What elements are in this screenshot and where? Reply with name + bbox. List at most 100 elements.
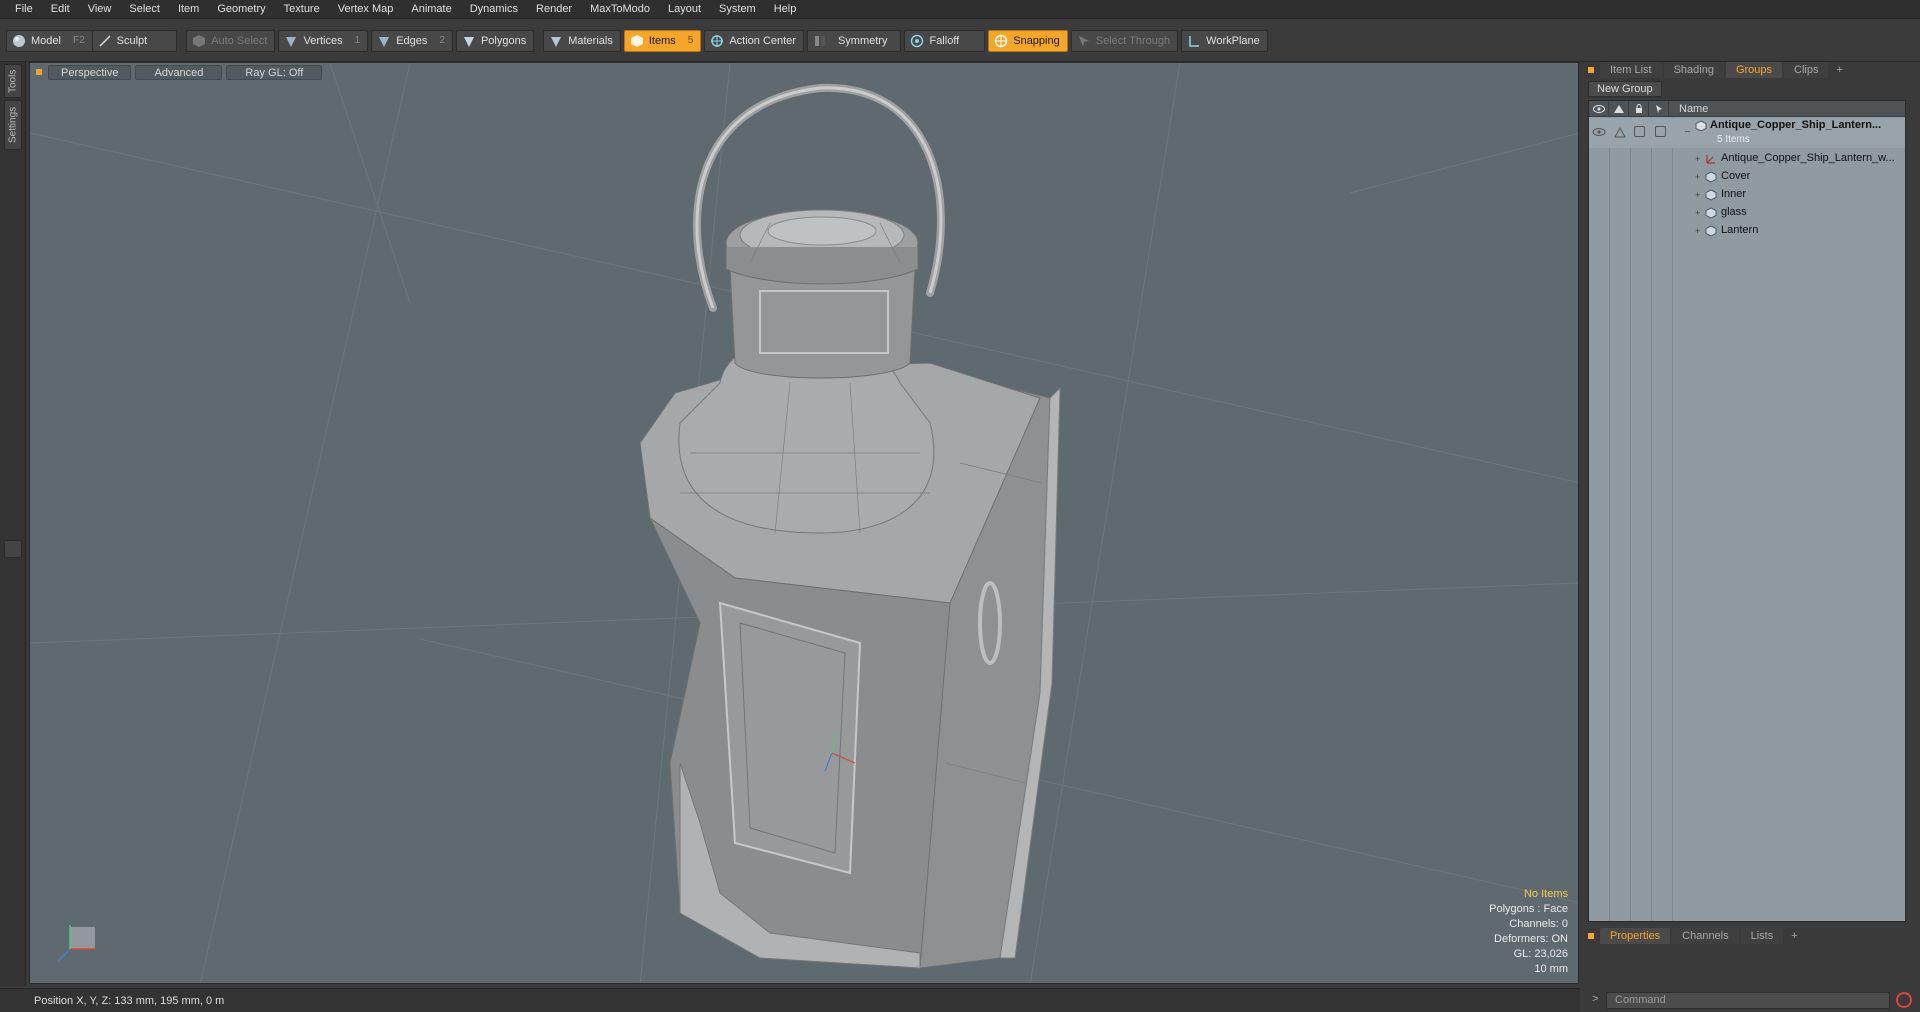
group-icon: [1695, 120, 1707, 132]
sculpt-button[interactable]: Sculpt: [91, 29, 178, 52]
action-center-button[interactable]: Action Center: [704, 29, 804, 52]
lock-column-icon[interactable]: [1629, 100, 1649, 117]
auto-select-button[interactable]: Auto Select: [186, 29, 276, 52]
menu-dynamics[interactable]: Dynamics: [461, 0, 527, 19]
snapping-button[interactable]: Snapping: [988, 29, 1068, 52]
falloff-button[interactable]: Falloff: [904, 29, 986, 52]
selection-status: No Items: [1523, 888, 1568, 900]
main-toolbar: Model F2 Sculpt Auto Select Vertices 1 E…: [0, 20, 1920, 62]
select-through-button[interactable]: Select Through: [1070, 29, 1179, 52]
menu-item[interactable]: Item: [169, 0, 208, 19]
tree-item-row[interactable]: + Antique_Copper_Ship_Lantern_w...: [1589, 150, 1905, 168]
workplane-button[interactable]: WorkPlane: [1181, 29, 1268, 52]
snapping-label: Snapping: [1013, 34, 1060, 47]
mesh-icon: [1705, 207, 1717, 219]
menu-render[interactable]: Render: [527, 0, 581, 19]
viewport-header: Perspective Advanced Ray GL: Off: [30, 63, 1578, 81]
menu-vertex-map[interactable]: Vertex Map: [329, 0, 403, 19]
tab-channels[interactable]: Channels: [1672, 928, 1739, 944]
name-column-header: Name: [1679, 102, 1709, 115]
expand-icon[interactable]: +: [1695, 208, 1700, 218]
tab-shading[interactable]: Shading: [1663, 62, 1724, 78]
grid-scale: 10 mm: [1534, 963, 1568, 975]
new-group-button[interactable]: New Group: [1588, 81, 1662, 97]
items-shortcut: 5: [687, 35, 694, 46]
menu-edit[interactable]: Edit: [42, 0, 79, 19]
group-visibility-eye-icon[interactable]: [1592, 125, 1606, 139]
tab-settings[interactable]: Settings: [4, 100, 22, 150]
group-render-icon[interactable]: [1613, 125, 1627, 139]
tree-item-row[interactable]: + Inner: [1589, 186, 1905, 204]
properties-options-icon[interactable]: [1588, 933, 1594, 939]
left-panel-toggle[interactable]: [4, 540, 22, 558]
menu-file[interactable]: File: [6, 0, 42, 19]
menu-layout[interactable]: Layout: [659, 0, 710, 19]
tree-item-row[interactable]: + Lantern: [1589, 222, 1905, 240]
workplane-label: WorkPlane: [1206, 34, 1260, 47]
tab-lists[interactable]: Lists: [1740, 928, 1784, 944]
command-record-icon[interactable]: [1896, 992, 1912, 1008]
action-center-label: Action Center: [729, 34, 796, 47]
edges-button[interactable]: Edges 2: [371, 29, 453, 52]
materials-button[interactable]: Materials: [543, 29, 621, 52]
tab-properties[interactable]: Properties: [1600, 928, 1671, 944]
group-row[interactable]: – Antique_Copper_Ship_Lantern... 5 Items: [1589, 118, 1905, 148]
expand-icon[interactable]: +: [1695, 172, 1700, 182]
vertices-button[interactable]: Vertices 1: [278, 29, 369, 52]
menu-maxtomodo[interactable]: MaxToModo: [581, 0, 659, 19]
expand-icon[interactable]: +: [1695, 154, 1700, 164]
item-cube-icon: [630, 34, 643, 47]
lantern-model: [639, 83, 1061, 969]
view-perspective-button[interactable]: Perspective: [48, 64, 132, 80]
symmetry-button[interactable]: Symmetry: [806, 29, 902, 52]
group-name[interactable]: Antique_Copper_Ship_Lantern...: [1710, 119, 1900, 131]
tree-item-name[interactable]: glass: [1721, 206, 1747, 218]
select-column-icon[interactable]: [1649, 100, 1669, 117]
tree-item-name[interactable]: Lantern: [1721, 224, 1758, 236]
add-tab-icon[interactable]: +: [1830, 62, 1848, 78]
view-advanced-button[interactable]: Advanced: [135, 64, 223, 80]
polygons-button[interactable]: Polygons: [455, 29, 535, 52]
3d-viewport[interactable]: Perspective Advanced Ray GL: Off No Item…: [29, 62, 1579, 984]
tree-item-row[interactable]: + Cover: [1589, 168, 1905, 186]
group-collapse-icon[interactable]: –: [1685, 126, 1690, 136]
menu-system[interactable]: System: [710, 0, 765, 19]
tree-item-name[interactable]: Inner: [1721, 188, 1746, 200]
edges-shortcut: 2: [439, 35, 445, 46]
menu-animate[interactable]: Animate: [402, 0, 460, 19]
mesh-icon: [1705, 189, 1717, 201]
menu-view[interactable]: View: [79, 0, 121, 19]
menu-geometry[interactable]: Geometry: [208, 0, 274, 19]
tree-item-name[interactable]: Antique_Copper_Ship_Lantern_w...: [1721, 152, 1899, 164]
group-lock-checkbox[interactable]: [1634, 126, 1645, 137]
panel-options-icon[interactable]: [1588, 67, 1594, 73]
tree-item-row[interactable]: + glass: [1589, 204, 1905, 222]
tab-tools[interactable]: Tools: [4, 64, 22, 98]
menu-texture[interactable]: Texture: [275, 0, 329, 19]
model-button[interactable]: Model F2: [6, 29, 93, 52]
render-column-icon[interactable]: [1609, 100, 1629, 117]
lantern-scene[interactable]: [30, 63, 1579, 984]
vertices-label: Vertices: [303, 34, 343, 47]
group-select-checkbox[interactable]: [1655, 126, 1666, 137]
axis-gizmo: [57, 925, 95, 962]
add-properties-tab-icon[interactable]: +: [1785, 928, 1803, 944]
tab-clips[interactable]: Clips: [1784, 62, 1829, 78]
menu-help[interactable]: Help: [765, 0, 806, 19]
visibility-column-icon[interactable]: [1589, 100, 1609, 117]
brush-icon: [99, 34, 111, 47]
expand-icon[interactable]: +: [1695, 226, 1700, 236]
tree-item-name[interactable]: Cover: [1721, 170, 1750, 182]
command-input[interactable]: Command: [1606, 991, 1890, 1009]
tab-item-list[interactable]: Item List: [1600, 62, 1662, 78]
viewport-options-icon[interactable]: [36, 69, 42, 75]
vertex-icon: [286, 36, 297, 47]
material-icon: [551, 36, 562, 47]
items-button[interactable]: Items 5: [623, 29, 702, 52]
left-side-tabs: Tools Settings: [0, 62, 26, 986]
select-through-label: Select Through: [1095, 34, 1171, 47]
tab-groups[interactable]: Groups: [1725, 62, 1783, 78]
expand-icon[interactable]: +: [1695, 190, 1700, 200]
menu-select[interactable]: Select: [120, 0, 169, 19]
raygl-button[interactable]: Ray GL: Off: [226, 64, 323, 80]
